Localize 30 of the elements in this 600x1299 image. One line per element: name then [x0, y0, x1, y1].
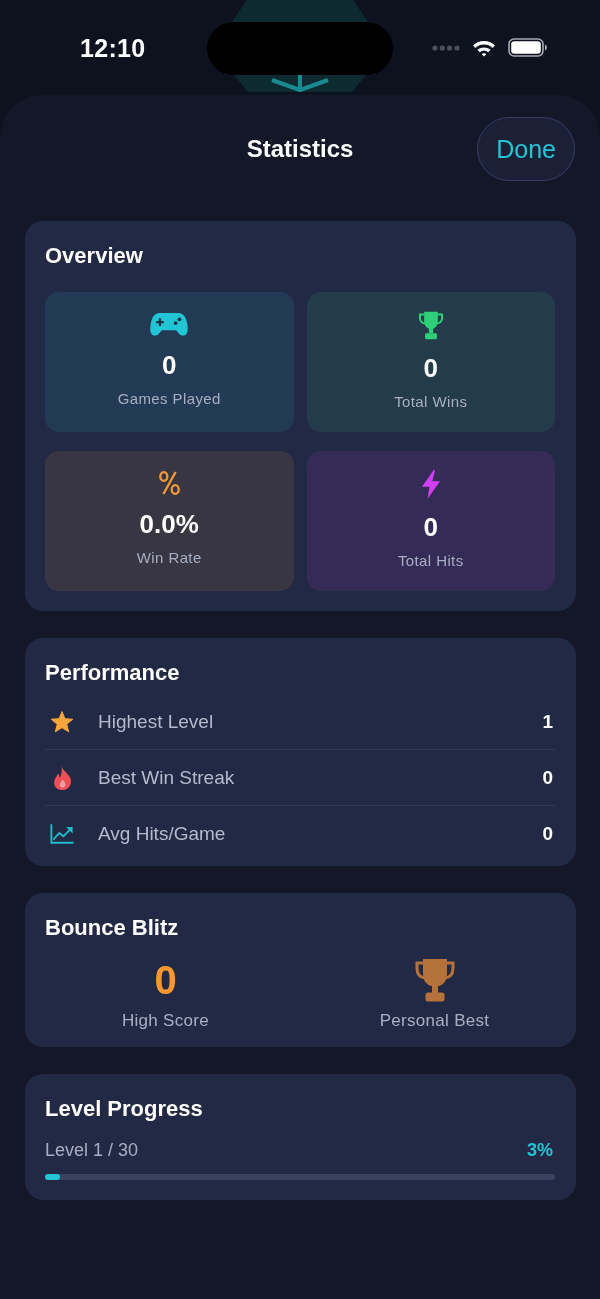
stat-label: Games Played	[117, 390, 221, 407]
progress-percent: 3%	[527, 1140, 553, 1161]
high-score-value: 0	[154, 957, 177, 1004]
signal-icon	[432, 44, 460, 51]
stat-label: Total Hits	[397, 552, 464, 569]
card-title: Overview	[45, 242, 144, 270]
battery-icon	[508, 38, 548, 57]
stat-value: 0	[423, 353, 438, 383]
stat-value: 0	[542, 822, 553, 845]
card-title: Level Progress	[45, 1095, 204, 1123]
status-time: 12:10	[80, 33, 146, 63]
done-button[interactable]: Done	[477, 117, 575, 181]
stat-value: 0	[542, 766, 553, 789]
stat-label: Total Wins	[394, 393, 468, 410]
stat-value: 0	[423, 512, 438, 542]
stat-label: Personal Best	[379, 1011, 490, 1031]
stat-value: 0.0%	[139, 509, 199, 539]
screen-title: Statistics	[246, 135, 354, 163]
stat-label: Best Win Streak	[98, 766, 236, 789]
level-label: Level 1 / 30	[45, 1140, 139, 1161]
stat-label: Win Rate	[136, 549, 202, 566]
card-title: Bounce Blitz	[45, 914, 180, 942]
card-title: Performance	[45, 659, 181, 687]
stat-value: 0	[162, 350, 177, 380]
stat-label: High Score	[121, 1011, 210, 1031]
stat-label: Avg Hits/Game	[98, 822, 227, 845]
trophy-icon	[414, 958, 455, 1002]
stat-value: 1	[542, 710, 553, 733]
stat-label: Highest Level	[98, 710, 215, 733]
wifi-icon	[472, 38, 496, 57]
